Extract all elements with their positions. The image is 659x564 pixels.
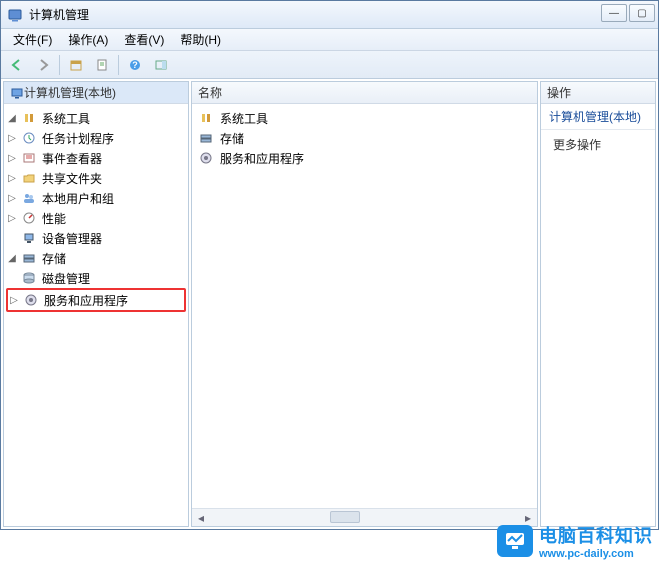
list-item-label: 服务和应用程序 xyxy=(220,150,304,167)
list-item[interactable]: 存储 xyxy=(198,128,531,148)
watermark-logo-icon xyxy=(497,525,533,557)
expand-icon[interactable]: ▷ xyxy=(6,193,18,204)
tree-root-label: 计算机管理(本地) xyxy=(24,84,116,101)
menu-view[interactable]: 查看(V) xyxy=(116,29,172,50)
tree-item-disk-mgmt[interactable]: 磁盘管理 xyxy=(6,269,186,287)
tree-label: 性能 xyxy=(40,209,68,228)
performance-icon xyxy=(21,210,37,226)
menu-action[interactable]: 操作(A) xyxy=(60,29,116,50)
watermark-text: 电脑百科知识 xyxy=(539,526,653,546)
tree-item-users-groups[interactable]: ▷ 本地用户和组 xyxy=(6,189,186,207)
list-pane: 名称 系统工具 存储 服务和应用程序 ◂ ▸ xyxy=(191,81,538,527)
disk-mgmt-icon xyxy=(21,270,37,286)
tree-item-storage[interactable]: ◢ 存储 xyxy=(6,249,186,267)
services-apps-icon xyxy=(198,150,214,166)
tree-item-event-viewer[interactable]: ▷ 事件查看器 xyxy=(6,149,186,167)
watermark: 电脑百科知识 www.pc-daily.com xyxy=(497,522,653,560)
tree: ◢ 系统工具 ▷ 任务计划程序 ▷ 事件查看器 xyxy=(4,104,188,526)
toolbar: ? xyxy=(1,51,658,79)
show-panel-button[interactable] xyxy=(149,54,173,76)
task-scheduler-icon xyxy=(21,130,37,146)
horizontal-scrollbar[interactable]: ◂ ▸ xyxy=(192,508,537,526)
toolbar-separator xyxy=(59,55,60,75)
scroll-left-icon[interactable]: ◂ xyxy=(192,509,210,527)
properties-button[interactable] xyxy=(90,54,114,76)
event-viewer-icon xyxy=(21,150,37,166)
tree-label: 共享文件夹 xyxy=(40,169,104,188)
tree-label: 存储 xyxy=(40,249,68,268)
list-item[interactable]: 系统工具 xyxy=(198,108,531,128)
system-tools-icon xyxy=(21,110,37,126)
expand-icon[interactable]: ▷ xyxy=(6,173,18,184)
main-window: 计算机管理 — ▢ 文件(F) 操作(A) 查看(V) 帮助(H) ? 计算机管… xyxy=(0,0,659,530)
tree-label: 磁盘管理 xyxy=(40,269,92,288)
list-header-name[interactable]: 名称 xyxy=(192,82,537,104)
tree-label: 服务和应用程序 xyxy=(42,291,130,310)
window-title: 计算机管理 xyxy=(29,6,89,23)
tree-item-performance[interactable]: ▷ 性能 xyxy=(6,209,186,227)
collapse-icon[interactable]: ◢ xyxy=(6,253,18,264)
watermark-url: www.pc-daily.com xyxy=(539,548,653,560)
expand-icon[interactable]: ▷ xyxy=(8,295,20,306)
tree-item-shared-folders[interactable]: ▷ 共享文件夹 xyxy=(6,169,186,187)
menu-help[interactable]: 帮助(H) xyxy=(172,29,229,50)
tree-pane: 计算机管理(本地) ◢ 系统工具 ▷ 任务计划程序 ▷ xyxy=(3,81,189,527)
menu-file[interactable]: 文件(F) xyxy=(5,29,60,50)
actions-list: 计算机管理(本地) 更多操作 xyxy=(541,104,655,526)
tree-root-header[interactable]: 计算机管理(本地) xyxy=(4,82,188,104)
help-button[interactable]: ? xyxy=(123,54,147,76)
list-item[interactable]: 服务和应用程序 xyxy=(198,148,531,168)
maximize-button[interactable]: ▢ xyxy=(629,4,655,22)
tree-label: 本地用户和组 xyxy=(40,189,116,208)
tree-label: 设备管理器 xyxy=(40,229,104,248)
tree-label: 任务计划程序 xyxy=(40,129,116,148)
toolbar-separator xyxy=(118,55,119,75)
actions-group-title: 计算机管理(本地) xyxy=(541,104,655,130)
tree-label: 事件查看器 xyxy=(40,149,104,168)
services-apps-icon xyxy=(23,292,39,308)
scroll-thumb[interactable] xyxy=(330,511,360,523)
collapse-icon[interactable]: ◢ xyxy=(6,113,18,124)
actions-header: 操作 xyxy=(541,82,655,104)
list-view[interactable]: 系统工具 存储 服务和应用程序 xyxy=(192,104,537,508)
actions-pane: 操作 计算机管理(本地) 更多操作 xyxy=(540,81,656,527)
system-tools-icon xyxy=(198,110,214,126)
up-button[interactable] xyxy=(64,54,88,76)
blank-icon xyxy=(6,273,18,284)
menubar: 文件(F) 操作(A) 查看(V) 帮助(H) xyxy=(1,29,658,51)
storage-icon xyxy=(21,250,37,266)
content-area: 计算机管理(本地) ◢ 系统工具 ▷ 任务计划程序 ▷ xyxy=(1,79,658,529)
action-more[interactable]: 更多操作 xyxy=(541,130,655,159)
users-groups-icon xyxy=(21,190,37,206)
svg-text:?: ? xyxy=(132,60,138,70)
computer-mgmt-icon xyxy=(10,86,24,100)
list-item-label: 存储 xyxy=(220,130,244,147)
tree-item-device-manager[interactable]: 设备管理器 xyxy=(6,229,186,247)
app-icon xyxy=(7,7,23,23)
forward-button[interactable] xyxy=(31,54,55,76)
tree-item-services-apps[interactable]: ▷ 服务和应用程序 xyxy=(8,291,184,309)
back-button[interactable] xyxy=(5,54,29,76)
shared-folders-icon xyxy=(21,170,37,186)
tree-item-task-scheduler[interactable]: ▷ 任务计划程序 xyxy=(6,129,186,147)
list-item-label: 系统工具 xyxy=(220,110,268,127)
tree-item-system-tools[interactable]: ◢ 系统工具 xyxy=(6,109,186,127)
expand-icon[interactable]: ▷ xyxy=(6,133,18,144)
blank-icon xyxy=(6,233,18,244)
storage-icon xyxy=(198,130,214,146)
minimize-button[interactable]: — xyxy=(601,4,627,22)
expand-icon[interactable]: ▷ xyxy=(6,213,18,224)
titlebar: 计算机管理 — ▢ xyxy=(1,1,658,29)
expand-icon[interactable]: ▷ xyxy=(6,153,18,164)
tree-label: 系统工具 xyxy=(40,109,92,128)
device-manager-icon xyxy=(21,230,37,246)
